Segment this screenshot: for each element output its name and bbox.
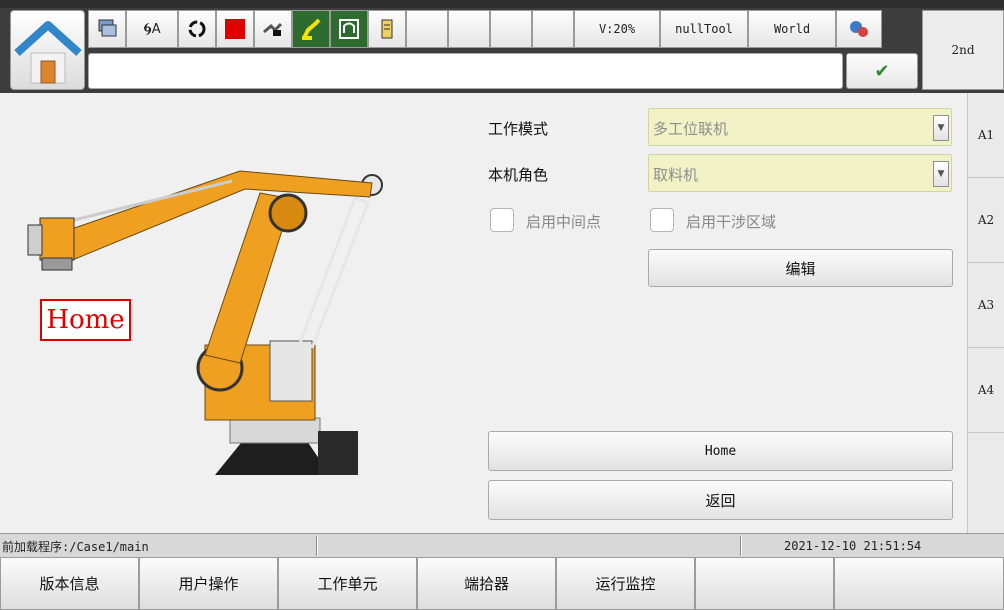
mode-letter: A xyxy=(151,21,161,37)
tab-a4[interactable]: A4 xyxy=(968,348,1004,433)
nav-user-operation[interactable]: 用户操作 xyxy=(139,557,278,610)
datetime-status: 2021-12-10 21:51:54 xyxy=(784,539,922,553)
status-divider xyxy=(316,536,318,556)
toolbar-slot-empty-1 xyxy=(406,10,448,48)
work-mode-select[interactable]: 多工位联机 ▼ xyxy=(648,108,952,146)
robot-active-icon[interactable] xyxy=(292,10,330,48)
run-mode-indicator[interactable]: 🌀︎ A xyxy=(126,10,178,48)
status-bar: 前加载程序:/Case1/main 2021-12-10 21:51:54 xyxy=(0,533,1004,557)
checkmark-icon: ✔ xyxy=(874,60,890,82)
edit-button[interactable]: 编辑 xyxy=(648,249,953,287)
tab-a2[interactable]: A2 xyxy=(968,178,1004,263)
gripper-icon[interactable] xyxy=(254,10,292,48)
toolbar-slot-empty-4 xyxy=(532,10,574,48)
bottom-nav: 版本信息 用户操作 工作单元 端拾器 运行监控 xyxy=(0,557,1004,610)
enable-midpoint-checkbox[interactable] xyxy=(490,208,514,232)
tab-a1[interactable]: A1 xyxy=(968,93,1004,178)
role-value: 取料机 xyxy=(653,166,699,184)
toolbar-slot-empty-2 xyxy=(448,10,490,48)
enable-midpoint-label: 启用中间点 xyxy=(526,213,602,231)
enable-interference-label: 启用干涉区域 xyxy=(686,213,777,231)
enable-interference-checkbox[interactable] xyxy=(650,208,674,232)
status-divider xyxy=(740,536,742,556)
home-icon xyxy=(14,21,82,84)
tool-display[interactable]: nullTool xyxy=(660,10,748,48)
teach-pendant-icon[interactable] xyxy=(368,10,406,48)
chevron-down-icon[interactable]: ▼ xyxy=(933,161,949,187)
second-function-button[interactable]: 2nd xyxy=(922,10,1004,90)
monitor-icon[interactable] xyxy=(88,10,126,48)
home-position-label: Home xyxy=(46,305,125,335)
tab-a3[interactable]: A3 xyxy=(968,263,1004,348)
top-bar: 🌀︎ A V:20% nullTool World ✔ 2nd xyxy=(0,0,1004,93)
velocity-display[interactable]: V:20% xyxy=(574,10,660,48)
nav-end-effector[interactable]: 端拾器 xyxy=(417,557,556,610)
settings-icon[interactable] xyxy=(836,10,882,48)
home-move-button[interactable]: Home xyxy=(488,431,953,471)
work-mode-label: 工作模式 xyxy=(488,120,549,138)
nav-empty-2[interactable] xyxy=(834,557,1004,610)
nav-version-info[interactable]: 版本信息 xyxy=(0,557,139,610)
back-button[interactable]: 返回 xyxy=(488,480,953,520)
nav-empty-1[interactable] xyxy=(695,557,834,610)
spiral-icon: 🌀︎ xyxy=(143,18,152,40)
message-field[interactable] xyxy=(88,53,843,89)
cycle-icon[interactable] xyxy=(178,10,216,48)
main-panel: Home 工作模式 多工位联机 ▼ 本机角色 取料机 ▼ 启用中间点 启用干涉区… xyxy=(0,93,968,533)
loaded-program-status: 前加载程序:/Case1/main xyxy=(2,539,149,554)
home-button[interactable] xyxy=(10,10,85,90)
top-strip xyxy=(0,0,1004,8)
side-tabs: A1 A2 A3 A4 xyxy=(968,93,1004,533)
frame-display[interactable]: World xyxy=(748,10,836,48)
work-mode-value: 多工位联机 xyxy=(653,120,729,138)
toolbar-row: 🌀︎ A V:20% nullTool World xyxy=(88,10,882,48)
brake-release-icon[interactable] xyxy=(330,10,368,48)
chevron-down-icon[interactable]: ▼ xyxy=(933,115,949,141)
confirm-button[interactable]: ✔ xyxy=(846,53,918,89)
role-select[interactable]: 取料机 ▼ xyxy=(648,154,952,192)
nav-run-monitor[interactable]: 运行监控 xyxy=(556,557,695,610)
toolbar-slot-empty-3 xyxy=(490,10,532,48)
role-label: 本机角色 xyxy=(488,166,549,184)
nav-work-cell[interactable]: 工作单元 xyxy=(278,557,417,610)
stop-icon[interactable] xyxy=(216,10,254,48)
